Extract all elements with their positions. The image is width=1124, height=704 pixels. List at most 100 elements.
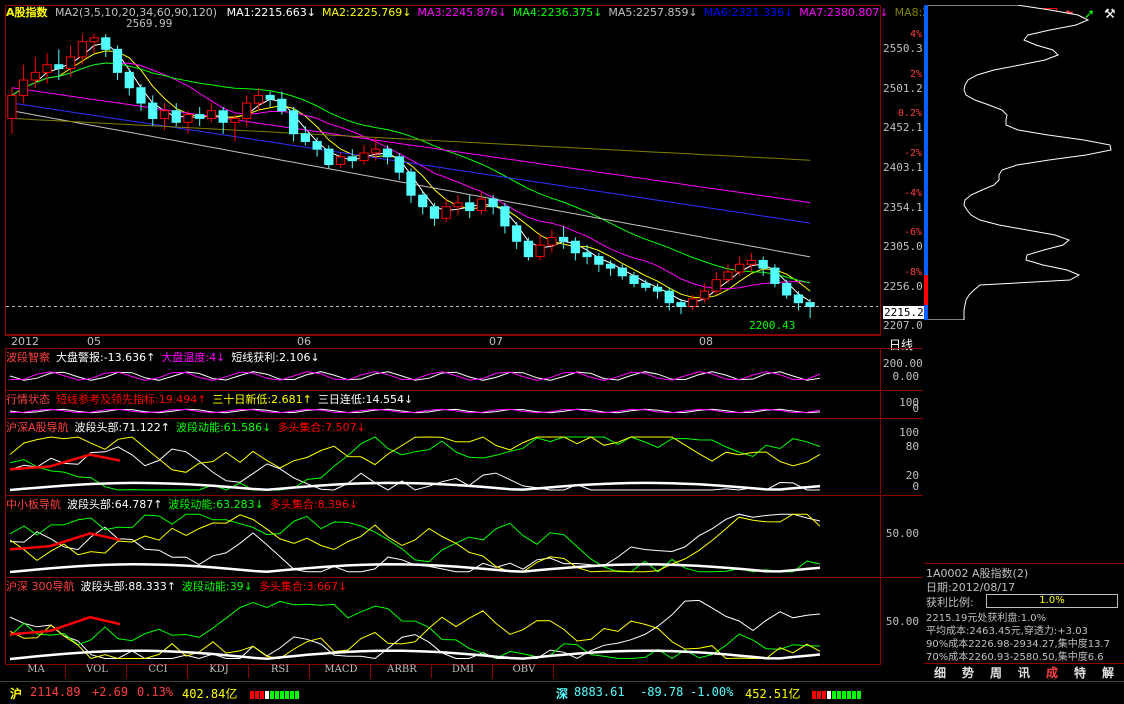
candle-body[interactable]: [453, 202, 463, 208]
indicator-tab-macd[interactable]: MACD: [312, 664, 371, 678]
candle-body[interactable]: [289, 110, 299, 135]
side-tab[interactable]: 成: [1040, 664, 1064, 680]
candle-body[interactable]: [183, 114, 193, 123]
candle-body[interactable]: [54, 64, 64, 70]
panel-name[interactable]: 波段智察: [6, 351, 50, 364]
candle-body[interactable]: [206, 110, 217, 119]
side-tab[interactable]: 细: [928, 664, 952, 680]
sz-name: 深: [556, 687, 569, 701]
candle-body[interactable]: [19, 79, 29, 96]
candle-body[interactable]: [758, 259, 768, 269]
candle-body[interactable]: [476, 198, 487, 212]
candle-body[interactable]: [230, 117, 240, 123]
side-tab[interactable]: 势: [956, 664, 980, 680]
panel-name[interactable]: 中小板导航: [6, 498, 61, 511]
candle-body[interactable]: [723, 271, 733, 281]
candle-body[interactable]: [559, 236, 569, 242]
candle-body[interactable]: [300, 133, 310, 142]
candle-body[interactable]: [652, 286, 663, 292]
candle-body[interactable]: [688, 298, 698, 307]
candle-body[interactable]: [7, 94, 17, 119]
candle-body[interactable]: [676, 302, 686, 307]
candle-body[interactable]: [641, 282, 651, 288]
candle-body[interactable]: [195, 114, 205, 119]
candle-body[interactable]: [582, 252, 592, 258]
candle-body[interactable]: [30, 71, 40, 81]
panel-axis-tick: 0.00: [892, 370, 920, 383]
candle-body[interactable]: [136, 87, 146, 104]
candle-body[interactable]: [488, 198, 498, 208]
candle-body[interactable]: [782, 282, 792, 296]
profit-ratio-box[interactable]: 1.0%: [986, 594, 1118, 608]
indicator-tab-rsi[interactable]: RSI: [251, 664, 310, 678]
candle-body[interactable]: [605, 263, 616, 269]
candle-body[interactable]: [159, 110, 170, 119]
candle-body[interactable]: [277, 98, 287, 112]
side-tab[interactable]: 解: [1096, 664, 1120, 680]
candle-body[interactable]: [711, 279, 721, 292]
candle-body[interactable]: [218, 110, 228, 123]
side-tab[interactable]: 周: [984, 664, 1008, 680]
candle-body[interactable]: [429, 206, 440, 219]
candle-body[interactable]: [148, 102, 158, 119]
side-tab[interactable]: 讯: [1012, 664, 1036, 680]
indicator-tab-kdj[interactable]: KDJ: [190, 664, 249, 678]
candlestick-chart[interactable]: [6, 22, 878, 326]
candle-body[interactable]: [394, 156, 404, 173]
indicator-tab-dmi[interactable]: DMI: [434, 664, 493, 678]
indicator-tab-ma[interactable]: MA: [7, 664, 66, 678]
candle-body[interactable]: [253, 94, 263, 104]
candle-body[interactable]: [347, 156, 357, 162]
candle-body[interactable]: [371, 148, 381, 154]
panel-value: 波段头部:88.333↑: [80, 580, 176, 593]
candle-body[interactable]: [124, 71, 134, 89]
candle-body[interactable]: [335, 156, 346, 165]
candle-body[interactable]: [523, 240, 533, 258]
candle-body[interactable]: [664, 290, 674, 304]
candle-body[interactable]: [265, 94, 275, 100]
panel-name[interactable]: 行情状态: [6, 393, 50, 406]
candle-body[interactable]: [312, 140, 322, 150]
candle-body[interactable]: [382, 148, 393, 158]
candle-body[interactable]: [89, 37, 99, 43]
candle-body[interactable]: [735, 263, 745, 273]
panel-name[interactable]: 沪深 300导航: [6, 580, 75, 593]
candle-body[interactable]: [770, 267, 780, 284]
candle-body[interactable]: [699, 290, 710, 300]
index-title: A股指数: [6, 6, 48, 19]
price-tick: 2501.2: [883, 82, 923, 95]
indicator-tab-cci[interactable]: CCI: [129, 664, 188, 678]
panel-name[interactable]: 沪深A股导航: [6, 421, 69, 434]
candle-body[interactable]: [793, 294, 803, 304]
candle-body[interactable]: [77, 41, 87, 58]
candle-body[interactable]: [570, 240, 580, 254]
candle-body[interactable]: [65, 56, 76, 70]
candle-body[interactable]: [535, 244, 545, 258]
indicator-tab-obv[interactable]: OBV: [495, 664, 554, 678]
indicator-tab-arbr[interactable]: ARBR: [373, 664, 432, 678]
candle-body[interactable]: [629, 275, 639, 284]
candle-body[interactable]: [242, 102, 252, 119]
low-price-label: 2200.43: [749, 319, 796, 332]
candle-body[interactable]: [500, 206, 510, 227]
candle-body[interactable]: [324, 148, 334, 165]
candle-body[interactable]: [112, 48, 123, 73]
candle-body[interactable]: [441, 206, 451, 219]
candle-body[interactable]: [617, 267, 627, 277]
sh-change: +2.69: [92, 685, 129, 699]
candle-body[interactable]: [746, 259, 757, 265]
indicator-tab-vol[interactable]: VOL: [68, 664, 127, 678]
candle-body[interactable]: [594, 256, 604, 265]
candle-body[interactable]: [101, 37, 111, 50]
candle-body[interactable]: [465, 202, 475, 212]
candle-body[interactable]: [406, 171, 416, 196]
candle-body[interactable]: [805, 302, 815, 307]
side-tab[interactable]: 特: [1068, 664, 1092, 680]
candle-body[interactable]: [359, 152, 369, 162]
candle-body[interactable]: [547, 236, 557, 246]
ma-value: MA1:2215.663↓: [226, 6, 317, 19]
candle-body[interactable]: [418, 194, 428, 208]
candle-body[interactable]: [512, 225, 522, 242]
candle-body[interactable]: [42, 64, 52, 73]
candle-body[interactable]: [171, 110, 181, 123]
